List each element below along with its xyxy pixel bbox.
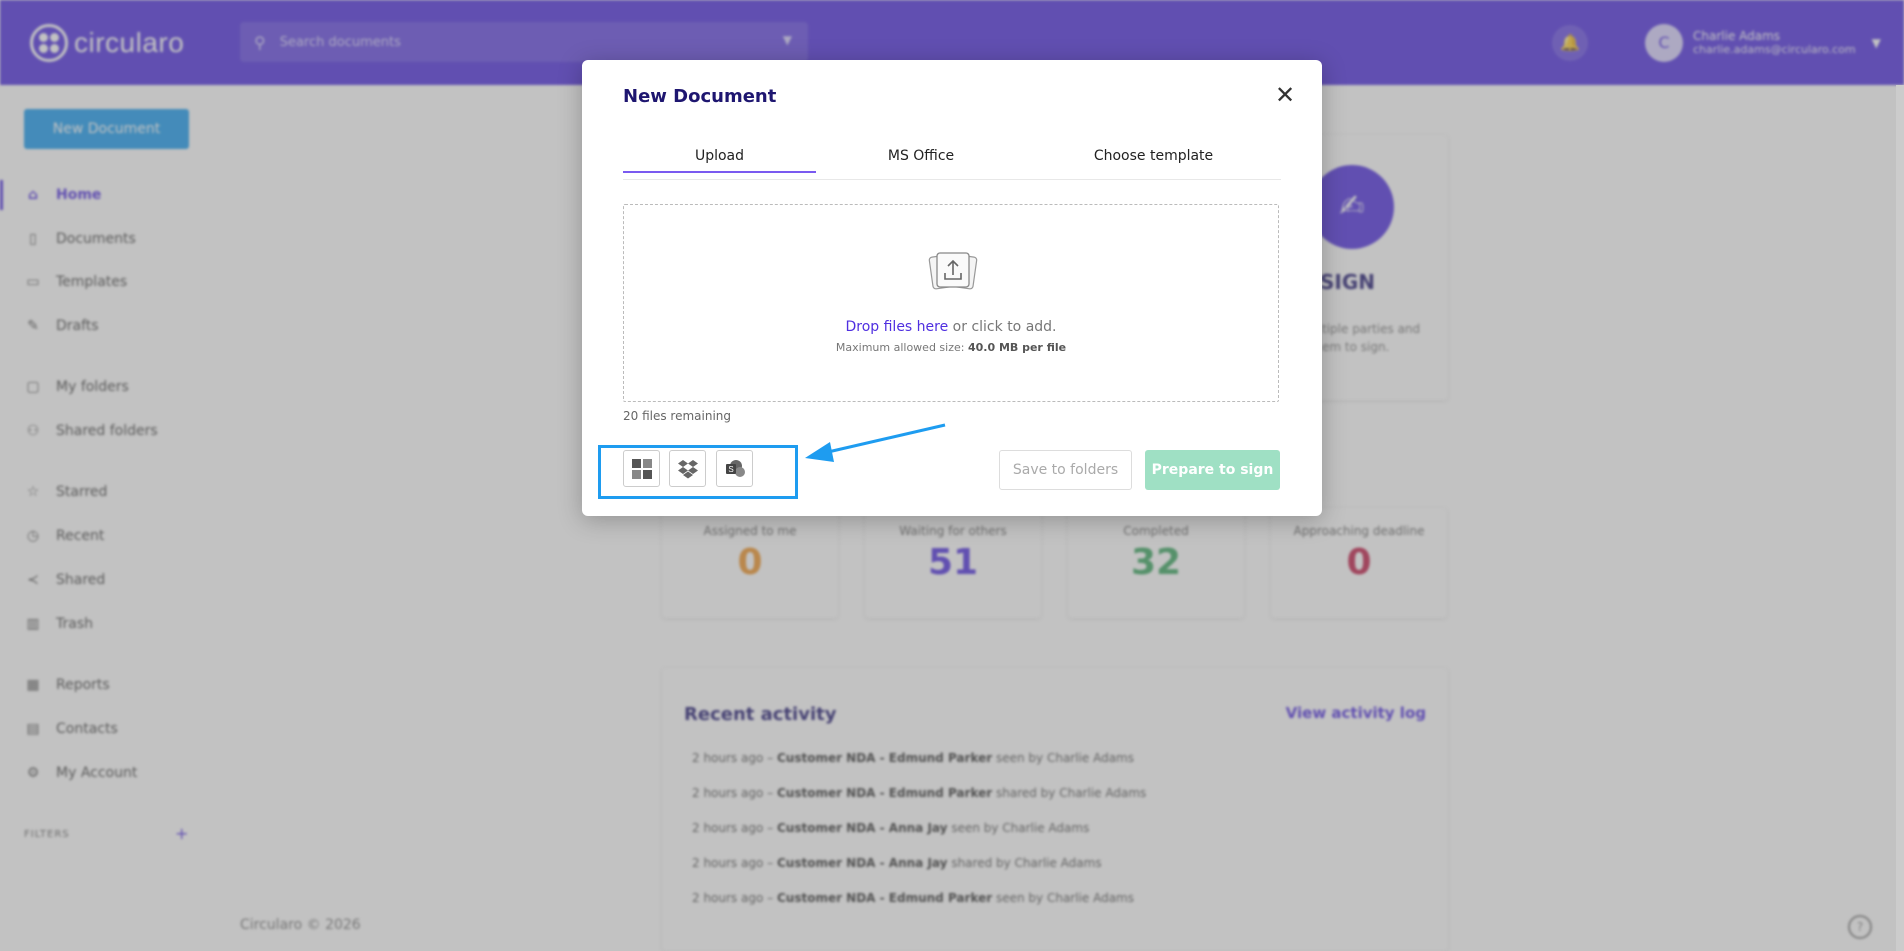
drop-files-link[interactable]: Drop files here — [845, 319, 948, 335]
arrow-annotation-icon — [805, 423, 946, 462]
tab-choose-template[interactable]: Choose template — [1026, 128, 1281, 173]
tab-upload[interactable]: Upload — [623, 128, 816, 173]
highlight-box — [598, 445, 798, 499]
close-icon[interactable]: ✕ — [1274, 83, 1296, 107]
files-remaining: 20 files remaining — [623, 409, 732, 423]
tabs-divider — [623, 179, 1281, 180]
modal-title: New Document — [623, 86, 777, 107]
file-drop-zone[interactable]: Drop files here or click to add. Maximum… — [623, 204, 1279, 402]
scrollbar[interactable] — [1896, 85, 1904, 951]
save-to-folders-button[interactable]: Save to folders — [999, 450, 1132, 490]
tab-ms-office[interactable]: MS Office — [816, 128, 1026, 173]
drop-rest-text: or click to add. — [948, 319, 1057, 335]
max-size-value: 40.0 MB per file — [967, 341, 1067, 354]
max-size-label: Maximum allowed size: — [835, 341, 968, 354]
drop-instructions: Drop files here or click to add. — [624, 319, 1278, 335]
prepare-to-sign-button[interactable]: Prepare to sign — [1145, 450, 1280, 490]
upload-icon — [928, 252, 978, 290]
max-size-info: Maximum allowed size: 40.0 MB per file — [624, 341, 1278, 354]
